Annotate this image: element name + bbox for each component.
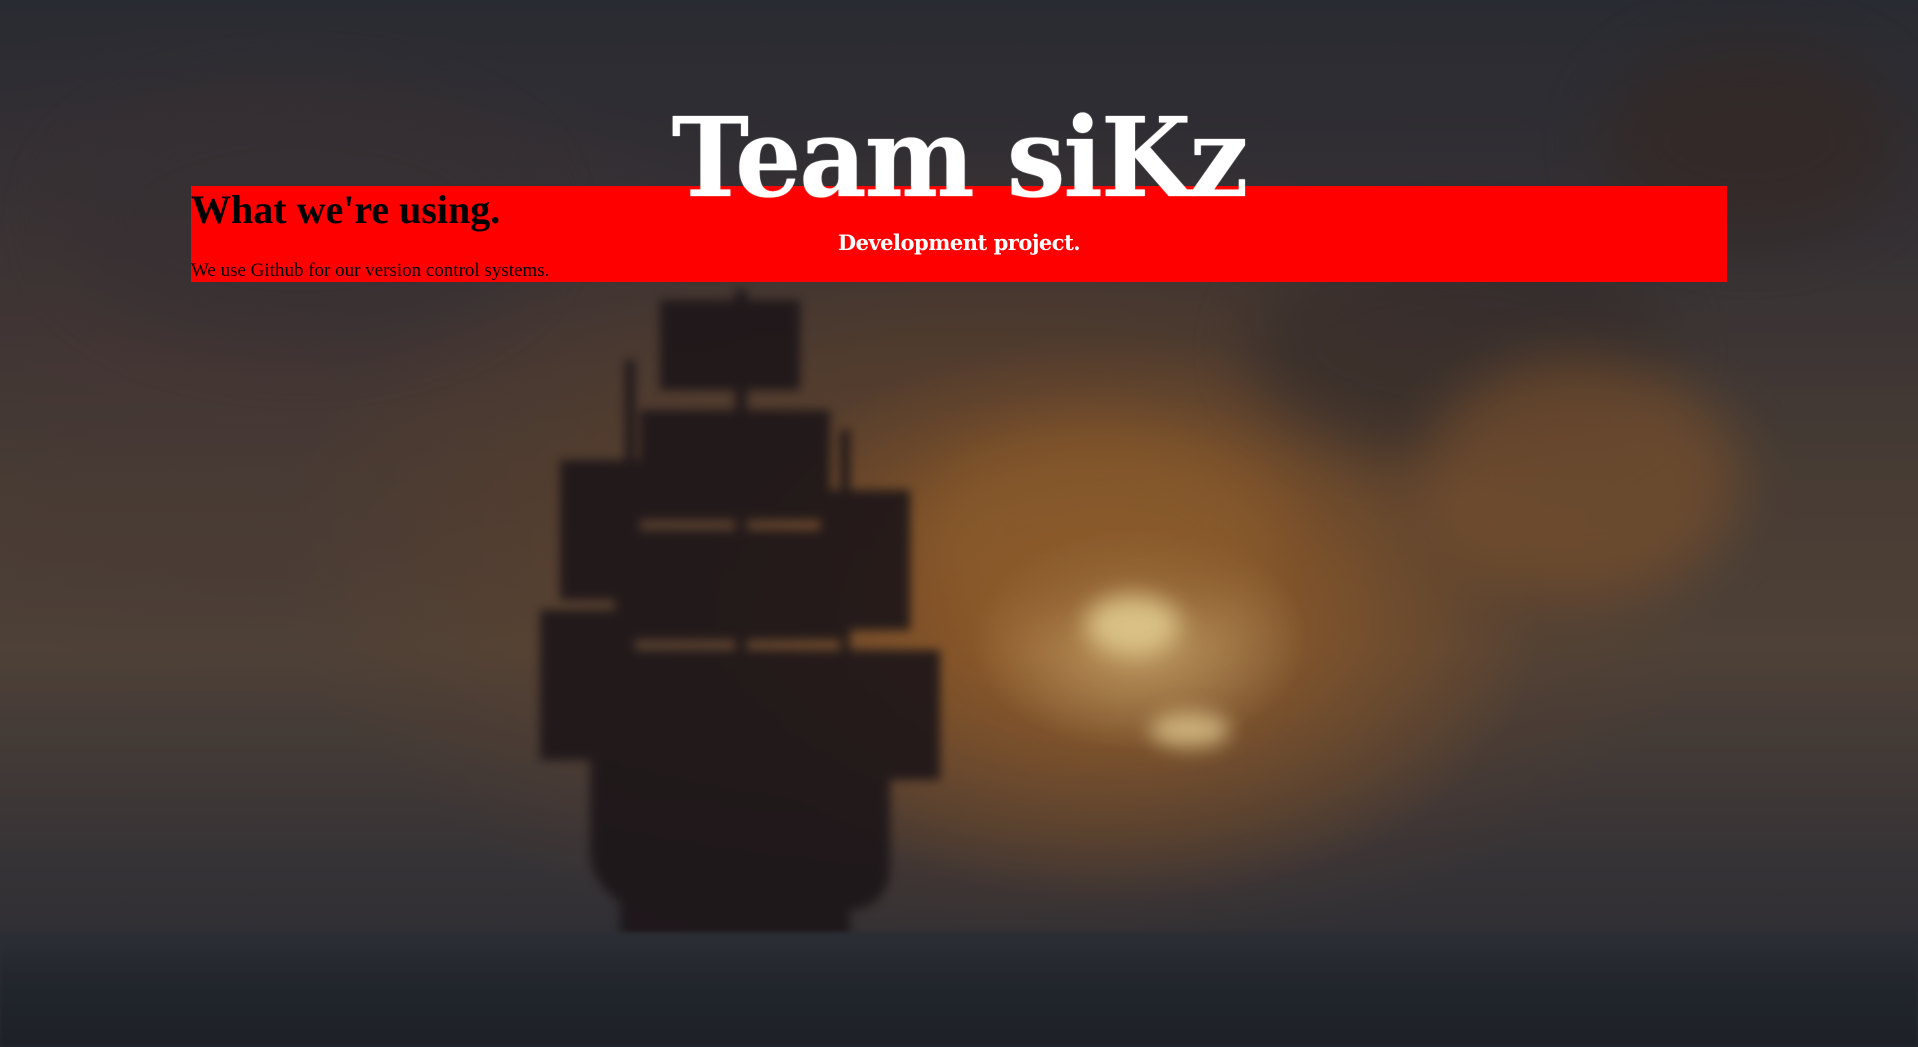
site-subtitle: Development project. [837, 230, 1081, 255]
site-title: Team siKz [671, 92, 1249, 223]
section-description: We use Github for our version control sy… [191, 260, 550, 281]
